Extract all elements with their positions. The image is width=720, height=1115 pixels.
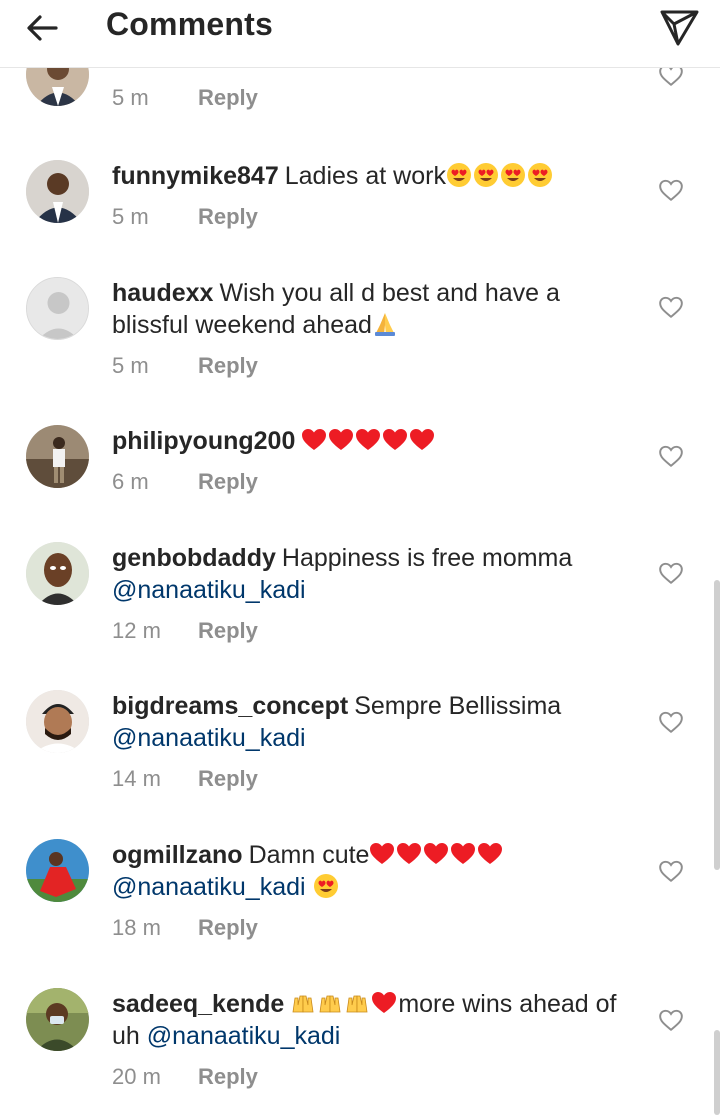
avatar[interactable]	[26, 160, 89, 223]
comment-body: Ladies at work	[284, 162, 446, 190]
comments-list[interactable]: 5 m Reply funnymike847 Ladies at work 5 m…	[0, 0, 720, 1115]
avatar[interactable]	[26, 277, 89, 340]
comment-text: haudexx Wish you all d best and have a bl…	[112, 277, 632, 341]
comment-username[interactable]: ogmillzano	[112, 841, 243, 869]
mention-link[interactable]: @nanaatiku_kadi	[112, 724, 306, 752]
heart-icon[interactable]	[658, 444, 684, 468]
comment-time: 5 m	[112, 353, 149, 378]
comment-text: sadeeq_kende more wins ahead of uh @nanaa…	[112, 988, 632, 1052]
mention-link[interactable]: @nanaatiku_kadi	[112, 873, 306, 901]
arrow-left-icon[interactable]	[22, 8, 62, 48]
heart-icon[interactable]	[658, 561, 684, 585]
page-title: Comments	[106, 6, 273, 42]
send-icon[interactable]	[656, 4, 702, 50]
praying-hands-icon	[372, 311, 399, 339]
comment-text: genbobdaddy Happiness is free momma @nana…	[112, 542, 632, 606]
comment-username[interactable]: funnymike847	[112, 162, 279, 190]
heart-icon[interactable]	[658, 178, 684, 202]
mention-link[interactable]: @nanaatiku_kadi	[112, 576, 306, 604]
comment-body: Sempre Bellissima	[354, 692, 562, 720]
heart-eyes-icon	[446, 162, 554, 190]
reply-button[interactable]: Reply	[198, 618, 258, 644]
raising-hands-icon	[290, 990, 371, 1018]
comment-time: 12 m	[112, 618, 161, 643]
comment-time: 5 m	[112, 204, 149, 229]
avatar[interactable]	[26, 542, 89, 605]
comment-username[interactable]: bigdreams_concept	[112, 692, 348, 720]
comment-time: 5 m	[112, 85, 149, 110]
reply-button[interactable]: Reply	[198, 915, 258, 941]
comment-text: funnymike847 Ladies at work	[112, 160, 632, 192]
heart-icon[interactable]	[658, 859, 684, 883]
avatar[interactable]	[26, 425, 89, 488]
comment-username[interactable]: philipyoung200	[112, 427, 295, 455]
heart-eyes-icon	[313, 873, 340, 901]
red-heart-icon	[369, 841, 504, 869]
red-heart-icon	[301, 427, 436, 455]
scrollbar-lower	[714, 1030, 720, 1115]
reply-button[interactable]: Reply	[198, 353, 258, 379]
comment-username[interactable]: haudexx	[112, 279, 213, 307]
comments-header: Comments	[0, 0, 720, 68]
mention-link[interactable]: @nanaatiku_kadi	[147, 1022, 341, 1050]
comment-text: ogmillzano Damn cute @nanaatiku_kadi	[112, 839, 632, 903]
reply-button[interactable]: Reply	[198, 766, 258, 792]
comment-username[interactable]: genbobdaddy	[112, 544, 276, 572]
comment-time: 20 m	[112, 1064, 161, 1089]
comment-body: Happiness is free momma	[281, 544, 573, 572]
avatar[interactable]	[26, 690, 89, 753]
reply-button[interactable]: Reply	[198, 204, 258, 230]
scrollbar[interactable]	[714, 580, 720, 870]
comment-time: 18 m	[112, 915, 161, 940]
comment-time: 14 m	[112, 766, 161, 791]
comment-text: bigdreams_concept Sempre Bellissima @nana…	[112, 690, 632, 754]
comment-username[interactable]: sadeeq_kende	[112, 990, 284, 1018]
comment-text: philipyoung200	[112, 425, 632, 457]
heart-icon[interactable]	[658, 295, 684, 319]
reply-button[interactable]: Reply	[198, 1064, 258, 1090]
avatar[interactable]	[26, 988, 89, 1051]
reply-button[interactable]: Reply	[198, 469, 258, 495]
comment-time: 6 m	[112, 469, 149, 494]
heart-icon[interactable]	[658, 710, 684, 734]
avatar[interactable]	[26, 839, 89, 902]
comment-body: Damn cute	[248, 841, 370, 869]
reply-button[interactable]: Reply	[198, 85, 258, 111]
heart-icon[interactable]	[658, 1008, 684, 1032]
red-heart-icon	[371, 990, 398, 1018]
